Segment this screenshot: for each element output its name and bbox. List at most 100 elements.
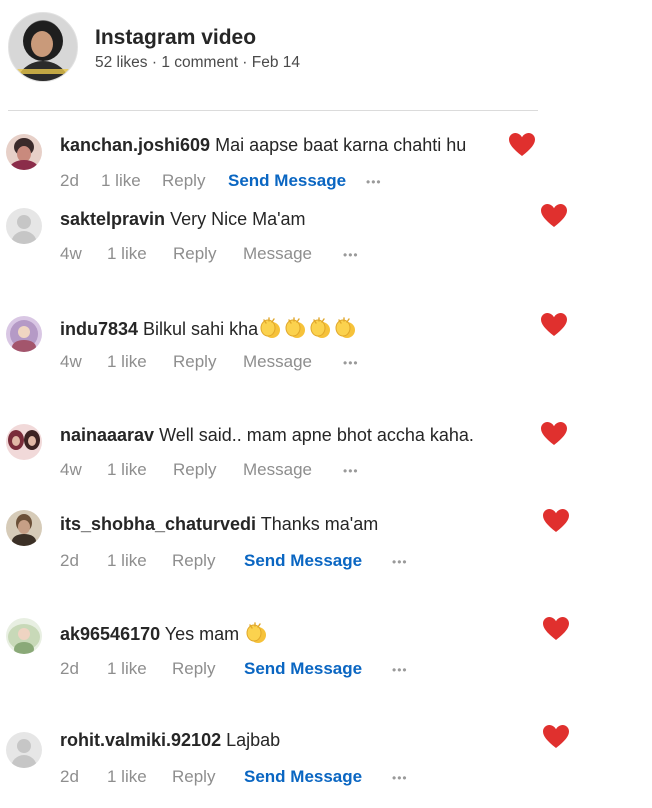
like-count[interactable]: 1 like bbox=[107, 460, 147, 480]
comment-row: indu7834 Bilkul sahi kha 4w 1 like Reply Mes… bbox=[0, 304, 652, 384]
more-options-icon[interactable]: ••• bbox=[343, 356, 359, 370]
clapping-hands-icon bbox=[284, 317, 308, 344]
thumbnail-figure-face bbox=[31, 31, 53, 57]
comment-text: Lajbab bbox=[226, 730, 281, 750]
comment-text: Thanks ma'am bbox=[260, 514, 379, 534]
header-divider bbox=[8, 110, 538, 111]
send-message-button[interactable]: Send Message bbox=[228, 171, 346, 191]
comment-time: 2d bbox=[60, 659, 79, 678]
clapping-hands-icon bbox=[259, 317, 283, 344]
more-options-icon[interactable]: ••• bbox=[343, 248, 359, 262]
comment-username[interactable]: kanchan.joshi609 bbox=[60, 135, 210, 155]
comment-time: 2d bbox=[60, 767, 79, 786]
comment-time: 4w bbox=[60, 352, 82, 371]
reply-button[interactable]: Reply bbox=[172, 551, 215, 571]
post-meta: 52 likes · 1 comment · Feb 14 bbox=[95, 54, 301, 71]
avatar[interactable] bbox=[6, 316, 42, 352]
comment-text: Yes mam bbox=[164, 624, 240, 644]
avatar-photo-shape bbox=[18, 326, 30, 338]
default-avatar-head bbox=[17, 215, 31, 229]
avatar-photo-shape bbox=[18, 520, 30, 534]
avatar-photo-shape bbox=[12, 340, 36, 352]
heart-icon[interactable] bbox=[543, 617, 569, 641]
comment-body: kanchan.joshi609 Mai aapse baat karna ch… bbox=[60, 135, 466, 156]
heart-icon[interactable] bbox=[541, 313, 567, 337]
avatar[interactable] bbox=[6, 134, 42, 170]
heart-icon[interactable] bbox=[509, 133, 535, 157]
avatar-photo-shape bbox=[10, 160, 38, 170]
clapping-hands-icon bbox=[334, 317, 358, 344]
heart-icon[interactable] bbox=[541, 204, 567, 228]
avatar[interactable] bbox=[6, 618, 42, 654]
avatar[interactable] bbox=[6, 208, 42, 244]
comment-text: Very Nice Ma'am bbox=[170, 209, 306, 229]
send-message-button[interactable]: Send Message bbox=[244, 767, 362, 787]
comment-username[interactable]: ak96546170 bbox=[60, 624, 160, 644]
comment-body: its_shobha_chaturvedi Thanks ma'am bbox=[60, 514, 378, 535]
message-button[interactable]: Message bbox=[243, 352, 312, 372]
avatar-photo-shape bbox=[28, 436, 36, 446]
avatar-photo-shape bbox=[18, 628, 30, 640]
comment-time: 4w bbox=[60, 244, 82, 263]
comment-row: saktelpravin Very Nice Ma'am 4w 1 like Repl… bbox=[0, 196, 652, 276]
reply-button[interactable]: Reply bbox=[173, 460, 216, 480]
comment-row: rohit.valmiki.92102 Lajbab 2d 1 like Reply S… bbox=[0, 720, 652, 800]
like-count[interactable]: 1 like bbox=[101, 171, 141, 191]
like-count[interactable]: 1 like bbox=[107, 244, 147, 264]
comment-row: its_shobha_chaturvedi Thanks ma'am 2d 1 li… bbox=[0, 504, 652, 584]
message-button[interactable]: Message bbox=[243, 244, 312, 264]
comment-body: ak96546170 Yes mam bbox=[60, 622, 269, 649]
avatar-photo-shape bbox=[12, 436, 20, 446]
comment-text: Mai aapse baat karna chahti hu bbox=[215, 135, 467, 155]
more-options-icon[interactable]: ••• bbox=[392, 555, 408, 569]
send-message-button[interactable]: Send Message bbox=[244, 659, 362, 679]
comment-username[interactable]: its_shobha_chaturvedi bbox=[60, 514, 256, 534]
comment-username[interactable]: saktelpravin bbox=[60, 209, 165, 229]
like-count[interactable]: 1 like bbox=[107, 352, 147, 372]
avatar-photo-shape bbox=[12, 534, 36, 546]
comment-body: rohit.valmiki.92102 Lajbab bbox=[60, 730, 280, 751]
avatar-photo-shape bbox=[14, 642, 34, 654]
reply-button[interactable]: Reply bbox=[162, 171, 205, 191]
more-options-icon[interactable]: ••• bbox=[343, 464, 359, 478]
avatar[interactable] bbox=[6, 424, 42, 460]
comment-time: 2d bbox=[60, 171, 79, 190]
post-title[interactable]: Instagram video bbox=[95, 26, 256, 50]
comment-body: nainaaarav Well said.. mam apne bhot acc… bbox=[60, 425, 474, 446]
reply-button[interactable]: Reply bbox=[173, 244, 216, 264]
like-count[interactable]: 1 like bbox=[107, 767, 147, 787]
default-avatar-shoulders bbox=[11, 231, 37, 244]
comment-username[interactable]: nainaaarav bbox=[60, 425, 154, 445]
reply-button[interactable]: Reply bbox=[172, 767, 215, 787]
comment-text: Well said.. mam apne bhot accha kaha. bbox=[159, 425, 474, 445]
default-avatar-shoulders bbox=[11, 755, 37, 768]
avatar[interactable] bbox=[6, 732, 42, 768]
more-options-icon[interactable]: ••• bbox=[392, 663, 408, 677]
more-options-icon[interactable]: ••• bbox=[392, 771, 408, 785]
like-count[interactable]: 1 like bbox=[107, 551, 147, 571]
comment-time: 4w bbox=[60, 460, 82, 479]
thumbnail-caption-strip bbox=[13, 69, 73, 74]
comment-time: 2d bbox=[60, 551, 79, 570]
clapping-hands-icon bbox=[245, 622, 269, 649]
more-options-icon[interactable]: ••• bbox=[366, 175, 382, 189]
avatar[interactable] bbox=[6, 510, 42, 546]
heart-icon[interactable] bbox=[541, 422, 567, 446]
clapping-hands-icon bbox=[309, 317, 333, 344]
like-count[interactable]: 1 like bbox=[107, 659, 147, 679]
heart-icon[interactable] bbox=[543, 725, 569, 749]
comment-body: indu7834 Bilkul sahi kha bbox=[60, 317, 358, 344]
message-button[interactable]: Message bbox=[243, 460, 312, 480]
comment-row: nainaaarav Well said.. mam apne bhot acc… bbox=[0, 412, 652, 492]
comment-username[interactable]: rohit.valmiki.92102 bbox=[60, 730, 221, 750]
default-avatar-head bbox=[17, 739, 31, 753]
comment-text: Bilkul sahi kha bbox=[143, 319, 259, 339]
comment-username[interactable]: indu7834 bbox=[60, 319, 138, 339]
video-thumbnail[interactable] bbox=[8, 12, 78, 82]
post-header: Instagram video 52 likes · 1 comment · F… bbox=[8, 12, 608, 84]
reply-button[interactable]: Reply bbox=[172, 659, 215, 679]
reply-button[interactable]: Reply bbox=[173, 352, 216, 372]
comment-row: ak96546170 Yes mam 2d 1 like Reply Send Mes… bbox=[0, 612, 652, 692]
heart-icon[interactable] bbox=[543, 509, 569, 533]
send-message-button[interactable]: Send Message bbox=[244, 551, 362, 571]
